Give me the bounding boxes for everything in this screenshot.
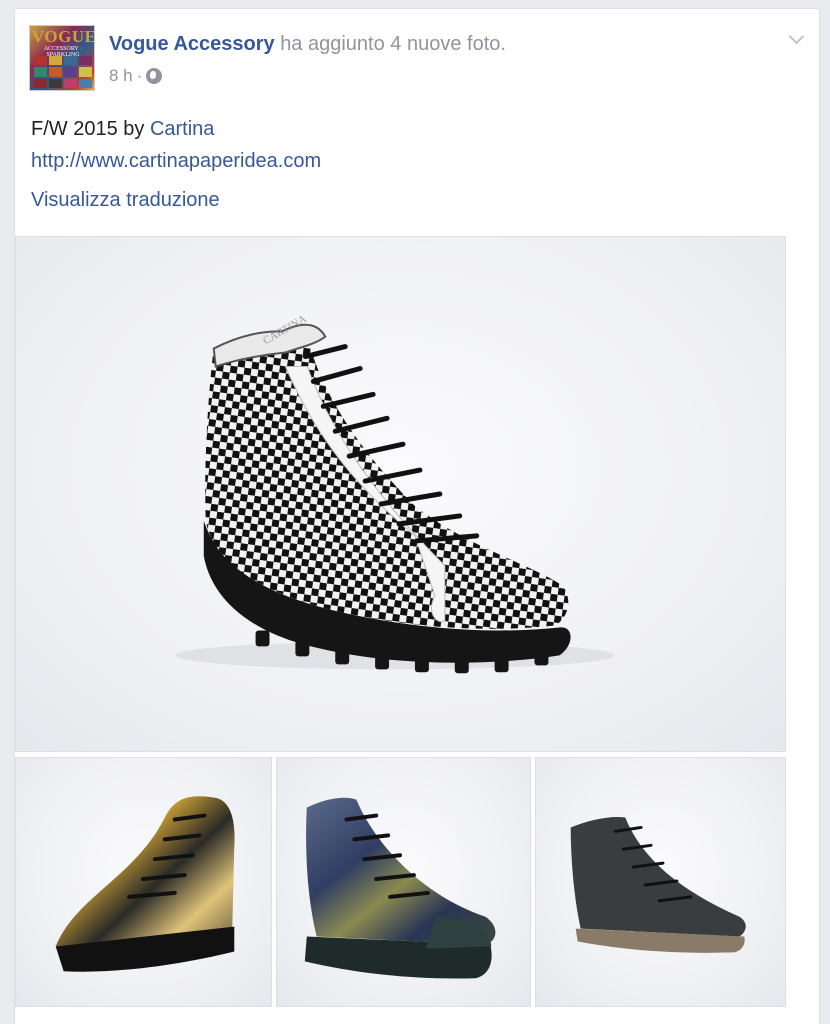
globe-icon[interactable]: [146, 68, 163, 84]
post-meta: 8 h ·: [109, 66, 163, 86]
author-link[interactable]: Vogue Accessory: [109, 33, 275, 55]
post-action-text: ha aggiunto 4 nuove foto.: [280, 33, 506, 55]
avatar-logo: VOGUE: [32, 27, 95, 46]
photo-main[interactable]: CARTINA: [15, 236, 786, 752]
photo-thumb-2[interactable]: [276, 757, 531, 1007]
see-translation-link[interactable]: Visualizza traduzione: [31, 189, 220, 212]
caption-page-link[interactable]: Cartina: [150, 118, 214, 140]
post-timestamp[interactable]: 8 h: [109, 66, 133, 86]
avatar-collage: [34, 56, 92, 88]
caption-url-link[interactable]: http://www.cartinapaperidea.com: [31, 145, 321, 177]
caption-line-1: F/W 2015 by Cartina: [31, 113, 321, 145]
checkered-sneaker-image: CARTINA: [175, 313, 615, 674]
post-caption: F/W 2015 by Cartina http://www.cartinapa…: [31, 113, 321, 177]
chevron-down-icon[interactable]: [789, 31, 803, 45]
photo-thumb-3[interactable]: [535, 757, 786, 1007]
post-card: VOGUE ACCESSORY · SPARKLING Vogue Access…: [14, 8, 820, 1024]
meta-separator: ·: [136, 66, 143, 85]
blue-camo-sneaker-image: [304, 797, 496, 979]
caption-text: F/W 2015 by: [31, 118, 150, 140]
photo-thumb-1[interactable]: [15, 757, 272, 1007]
post-header: Vogue Accessory ha aggiunto 4 nuove foto…: [109, 33, 506, 56]
page-avatar[interactable]: VOGUE ACCESSORY · SPARKLING: [29, 25, 95, 91]
dark-sneaker-image: [570, 817, 746, 953]
camo-sneaker-image: [55, 796, 235, 972]
